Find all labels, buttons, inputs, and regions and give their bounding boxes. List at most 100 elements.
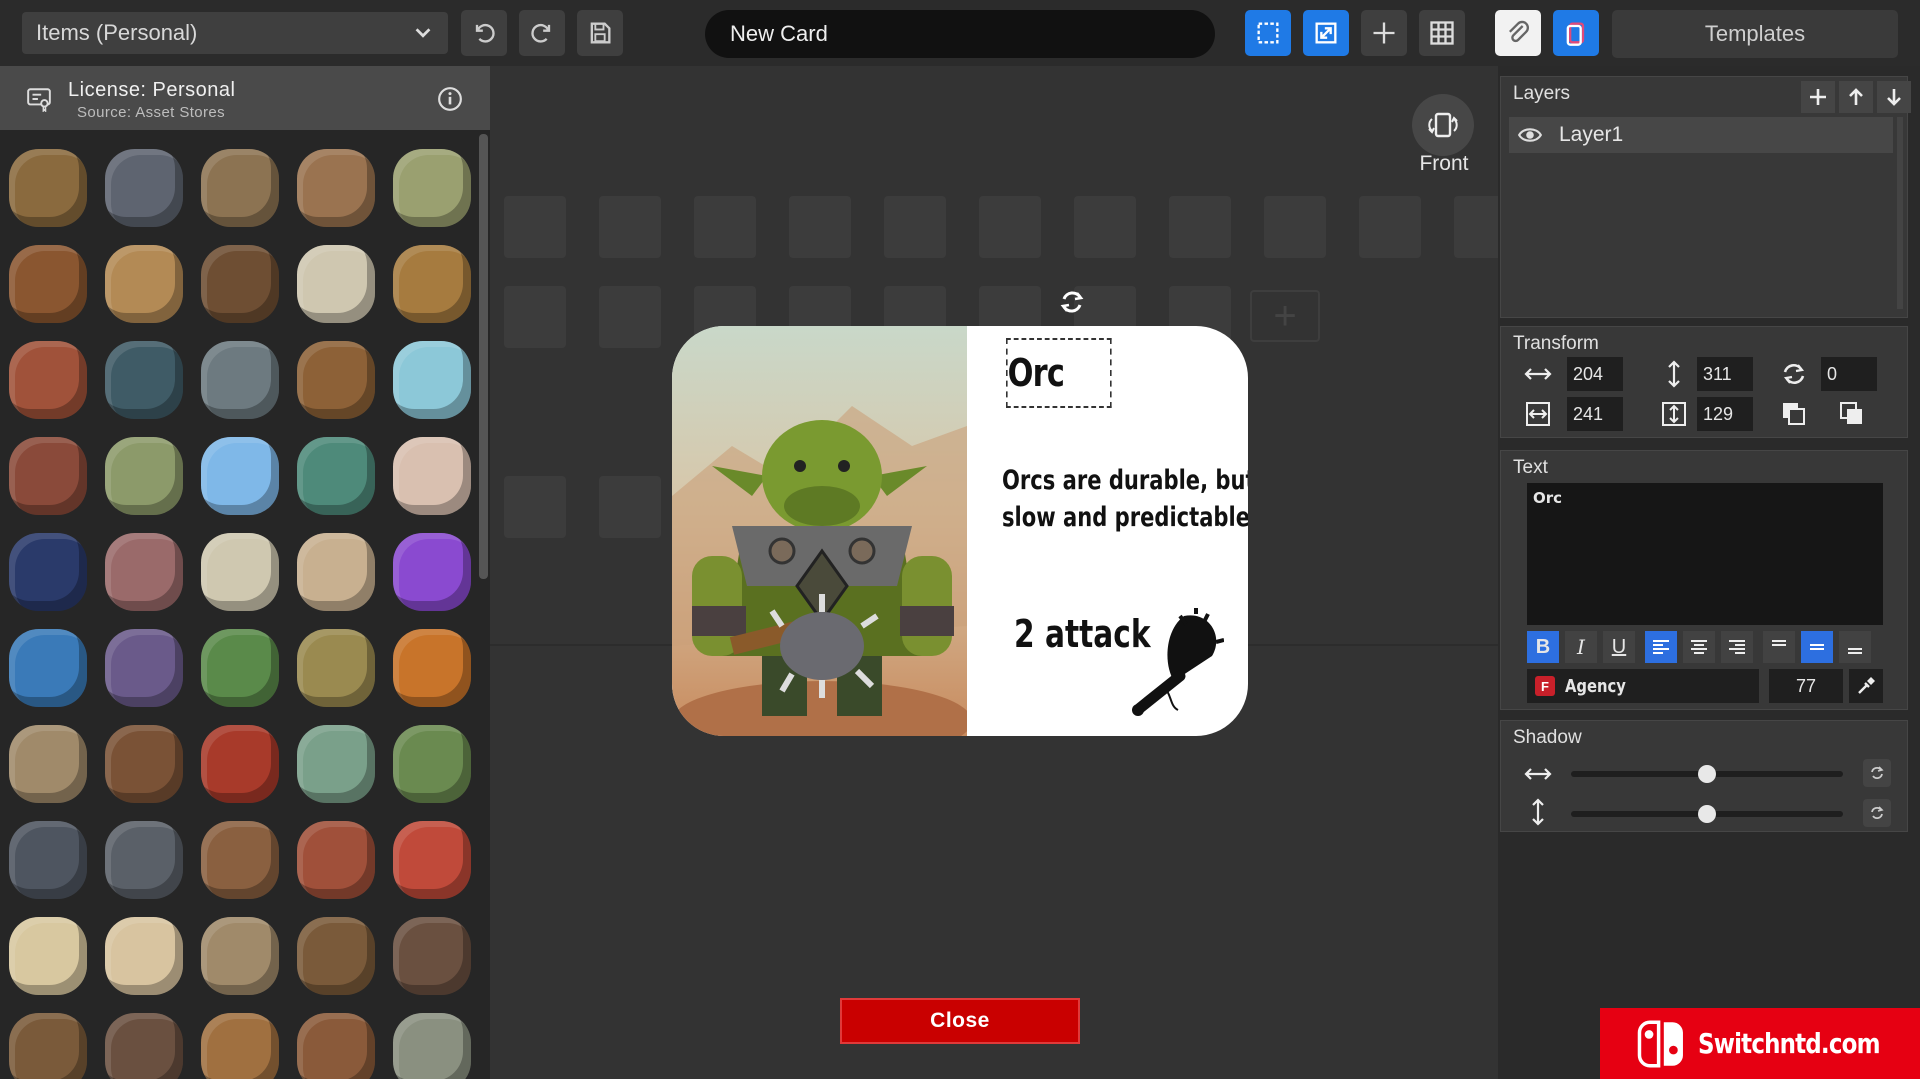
asset-item-mask[interactable] (192, 812, 288, 908)
asset-item-stone[interactable] (96, 812, 192, 908)
asset-item-mandrake[interactable] (288, 620, 384, 716)
valign-top-button[interactable] (1763, 631, 1795, 663)
font-select[interactable]: F Agency (1527, 669, 1759, 703)
asset-item-cards[interactable] (0, 332, 96, 428)
resize-tool-button[interactable] (1303, 10, 1349, 56)
close-button[interactable]: Close (840, 998, 1080, 1044)
select-tool-button[interactable] (1245, 10, 1291, 56)
undo-button[interactable] (461, 10, 507, 56)
asset-item-green-jar[interactable] (288, 428, 384, 524)
asset-item-basket[interactable] (0, 140, 96, 236)
templates-button[interactable]: Templates (1612, 10, 1898, 58)
asset-item-scroll[interactable] (96, 908, 192, 1004)
asset-item-fish-skeleton[interactable] (192, 524, 288, 620)
align-center-button[interactable] (1683, 631, 1715, 663)
asset-item-pinecone[interactable] (96, 716, 192, 812)
card-title-text[interactable]: Orc (1006, 338, 1112, 408)
asset-item-ingots[interactable] (0, 812, 96, 908)
asset-item-pouch[interactable] (288, 140, 384, 236)
asset-item-spice-pile[interactable] (192, 716, 288, 812)
asset-item-anvil[interactable] (96, 140, 192, 236)
collection-dropdown[interactable]: Items (Personal) (22, 12, 448, 54)
shadow-x-reset-button[interactable] (1863, 759, 1891, 787)
redo-button[interactable] (519, 10, 565, 56)
shadow-x-slider[interactable] (1571, 765, 1843, 783)
asset-item-horn[interactable] (192, 1004, 288, 1079)
asset-item-scroll-skull[interactable] (0, 908, 96, 1004)
text-content-input[interactable]: Orc (1527, 483, 1883, 625)
asset-item-skull-coin[interactable] (192, 332, 288, 428)
asset-item-bell[interactable] (96, 1004, 192, 1079)
bold-button[interactable]: B (1527, 631, 1559, 663)
asset-item-mug[interactable] (96, 236, 192, 332)
asset-item-bones[interactable] (288, 236, 384, 332)
italic-button[interactable]: I (1565, 631, 1597, 663)
asset-item-chest[interactable] (0, 1004, 96, 1079)
layers-scrollbar[interactable] (1897, 117, 1903, 309)
y-position-field[interactable]: 129 (1697, 397, 1753, 431)
asset-item-flask[interactable] (384, 908, 480, 1004)
font-size-field[interactable]: 77 (1769, 669, 1843, 703)
asset-item-broom[interactable] (384, 236, 480, 332)
rotation-field[interactable]: 0 (1821, 357, 1877, 391)
valign-middle-button[interactable] (1801, 631, 1833, 663)
rotate-handle-icon[interactable] (1056, 286, 1088, 318)
height-field[interactable]: 311 (1697, 357, 1753, 391)
asset-item-cabbage[interactable] (192, 620, 288, 716)
asset-item-skull[interactable] (288, 524, 384, 620)
align-left-button[interactable] (1645, 631, 1677, 663)
asset-item-barrel[interactable] (0, 236, 96, 332)
asset-item-potion[interactable] (192, 428, 288, 524)
asset-item-log[interactable] (288, 1004, 384, 1079)
asset-item-vase[interactable] (0, 428, 96, 524)
shadow-x-knob[interactable] (1698, 765, 1716, 783)
asset-item-meat[interactable] (288, 812, 384, 908)
bring-forward-icon[interactable] (1777, 397, 1811, 431)
asset-item-coconut[interactable] (192, 236, 288, 332)
card-preview[interactable]: Orc Orcs are durable, but slow and predi… (672, 326, 1248, 736)
asset-item-cauldron[interactable] (96, 332, 192, 428)
asset-item-eyeball[interactable] (384, 428, 480, 524)
shadow-y-knob[interactable] (1698, 805, 1716, 823)
asset-item-blue-vial[interactable] (0, 620, 96, 716)
asset-item-mushroom[interactable] (384, 812, 480, 908)
valign-bottom-button[interactable] (1839, 631, 1871, 663)
asset-item-bowl[interactable] (0, 716, 96, 812)
asset-item-plant[interactable] (384, 716, 480, 812)
move-layer-down-button[interactable] (1877, 81, 1911, 113)
asset-item-sticks[interactable] (288, 908, 384, 1004)
link-button[interactable] (1495, 10, 1541, 56)
info-icon[interactable] (437, 86, 463, 112)
layer-row[interactable]: Layer1 (1509, 117, 1893, 153)
asset-item-claw[interactable] (96, 620, 192, 716)
asset-item-orb[interactable] (0, 524, 96, 620)
asset-item-bottle[interactable] (96, 428, 192, 524)
asset-item-sack[interactable] (192, 140, 288, 236)
add-layer-button[interactable] (1801, 81, 1835, 113)
add-element-button[interactable] (1361, 10, 1407, 56)
asset-item-feather[interactable] (96, 524, 192, 620)
asset-item-crystal[interactable] (384, 524, 480, 620)
flip-side-button[interactable] (1412, 94, 1474, 156)
grid-button[interactable] (1419, 10, 1465, 56)
color-picker-button[interactable] (1849, 669, 1883, 703)
asset-scrollbar[interactable] (479, 134, 488, 579)
asset-item-leaf-stone[interactable] (384, 1004, 480, 1079)
asset-item-rope[interactable] (192, 908, 288, 1004)
card-name-input[interactable]: New Card (705, 10, 1215, 58)
x-position-field[interactable]: 241 (1567, 397, 1623, 431)
eye-icon[interactable] (1517, 122, 1543, 148)
asset-item-mortar[interactable] (288, 716, 384, 812)
move-layer-up-button[interactable] (1839, 81, 1873, 113)
asset-item-crate[interactable] (288, 332, 384, 428)
send-backward-icon[interactable] (1835, 397, 1869, 431)
width-field[interactable]: 204 (1567, 357, 1623, 391)
asset-item-herb-sack[interactable] (384, 140, 480, 236)
underline-button[interactable]: U (1603, 631, 1635, 663)
card-side-button[interactable] (1553, 10, 1599, 56)
align-right-button[interactable] (1721, 631, 1753, 663)
save-button[interactable] (577, 10, 623, 56)
shadow-y-slider[interactable] (1571, 805, 1843, 823)
shadow-y-reset-button[interactable] (1863, 799, 1891, 827)
asset-item-pumpkin[interactable] (384, 620, 480, 716)
